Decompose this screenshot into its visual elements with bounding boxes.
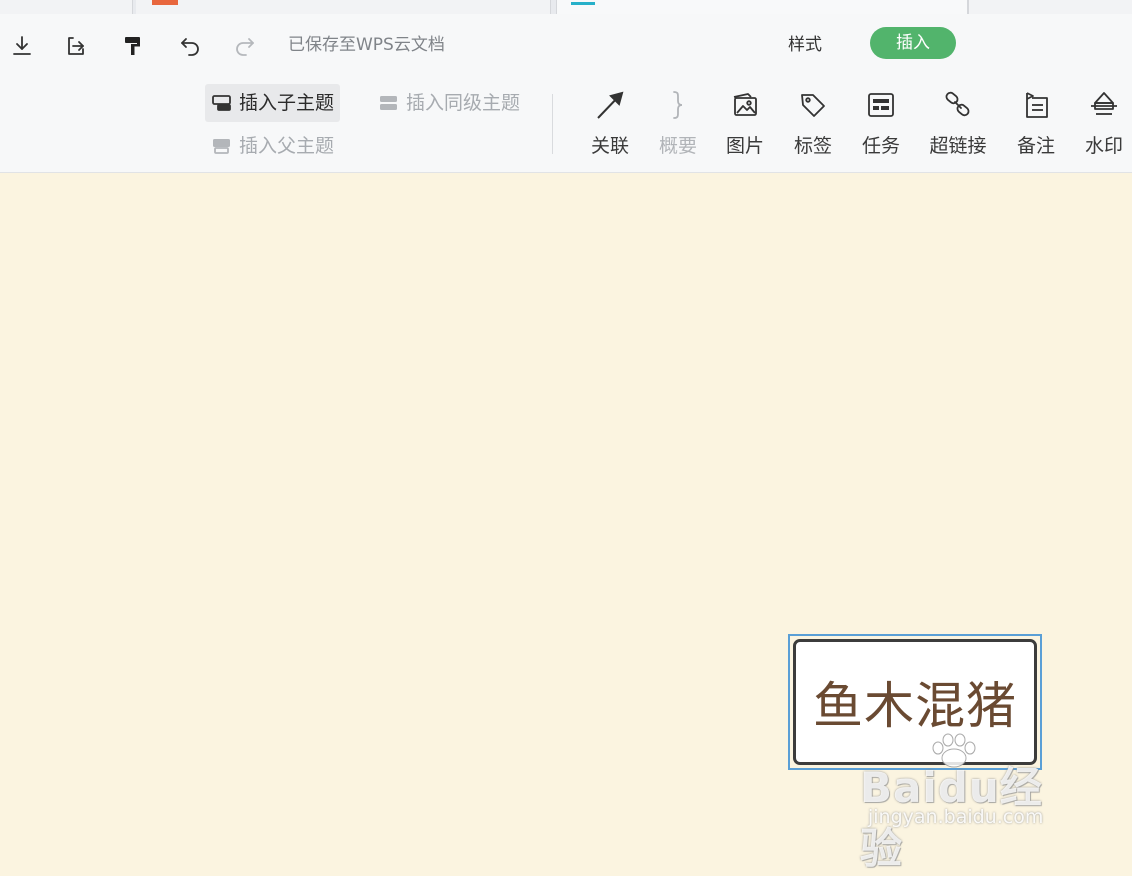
undo-icon [181,38,199,56]
insert-child-topic-label: 插入子主题 [239,92,335,114]
tag-button[interactable]: 标签 [783,84,843,166]
note-label: 备注 [1016,135,1055,157]
browser-tab[interactable] [0,0,133,14]
tab-app-icon [571,2,595,5]
baidu-url-text: jingyan.baidu.com [868,806,1044,828]
export-button[interactable] [62,32,90,60]
tab-insert[interactable]: 插入 [870,27,956,59]
relation-button[interactable]: 关联 [580,84,640,166]
save-status: 已保存至WPS云文档 [288,35,445,55]
baidu-watermark: Baidu经验 jingyan.baidu.com [856,732,1076,873]
note-icon [1026,92,1048,118]
insert-child-topic-button[interactable]: 插入子主题 [205,84,341,122]
download-icon [13,36,31,55]
format-painter-icon [125,37,140,55]
redo-button[interactable] [231,32,259,60]
hyperlink-label: 超链接 [929,135,987,157]
tag-label: 标签 [793,135,832,157]
browser-tab[interactable] [136,0,551,14]
note-button[interactable]: 备注 [1006,84,1066,166]
summary-brace-icon [673,91,683,119]
format-painter-button[interactable] [119,32,147,60]
relation-arrow-icon [597,91,624,119]
image-button[interactable]: 图片 [715,84,775,166]
central-topic-text[interactable]: 鱼木混猪 [813,666,1017,738]
tag-icon [801,94,825,117]
browser-tab[interactable] [968,0,1132,14]
browser-tab-active[interactable] [556,0,968,14]
watermark-button[interactable]: 水印 [1074,84,1132,166]
summary-button[interactable]: 概要 [648,84,708,166]
tab-style[interactable]: 样式 [788,34,822,56]
task-label: 任务 [861,135,900,157]
watermark-label: 水印 [1084,135,1123,157]
insert-sibling-topic-label: 插入同级主题 [406,92,521,114]
sibling-topic-icon [380,96,397,110]
tab-strip [0,0,1132,14]
hyperlink-button[interactable]: 超链接 [928,84,988,166]
download-button[interactable] [8,32,36,60]
insert-sibling-topic-button[interactable]: 插入同级主题 [378,91,520,115]
redo-icon [236,38,254,56]
relation-label: 关联 [590,135,629,157]
toolbar-divider [552,94,553,154]
insert-parent-topic-button[interactable]: 插入父主题 [211,134,334,158]
task-button[interactable]: 任务 [851,84,911,166]
summary-label: 概要 [658,135,697,157]
image-icon [733,93,757,116]
child-topic-icon [212,95,231,111]
link-icon [945,91,970,117]
insert-parent-topic-label: 插入父主题 [239,135,335,157]
parent-topic-icon [213,139,230,154]
image-label: 图片 [725,135,764,157]
tab-app-icon [152,0,178,5]
watermark-icon [1091,92,1117,115]
undo-button[interactable] [176,32,204,60]
export-icon [68,37,84,55]
task-icon [868,93,894,117]
ribbon-toolbar: 已保存至WPS云文档 样式 插入 插入子主题 插入同级主题 插入父主题 关联 概… [0,14,1132,173]
